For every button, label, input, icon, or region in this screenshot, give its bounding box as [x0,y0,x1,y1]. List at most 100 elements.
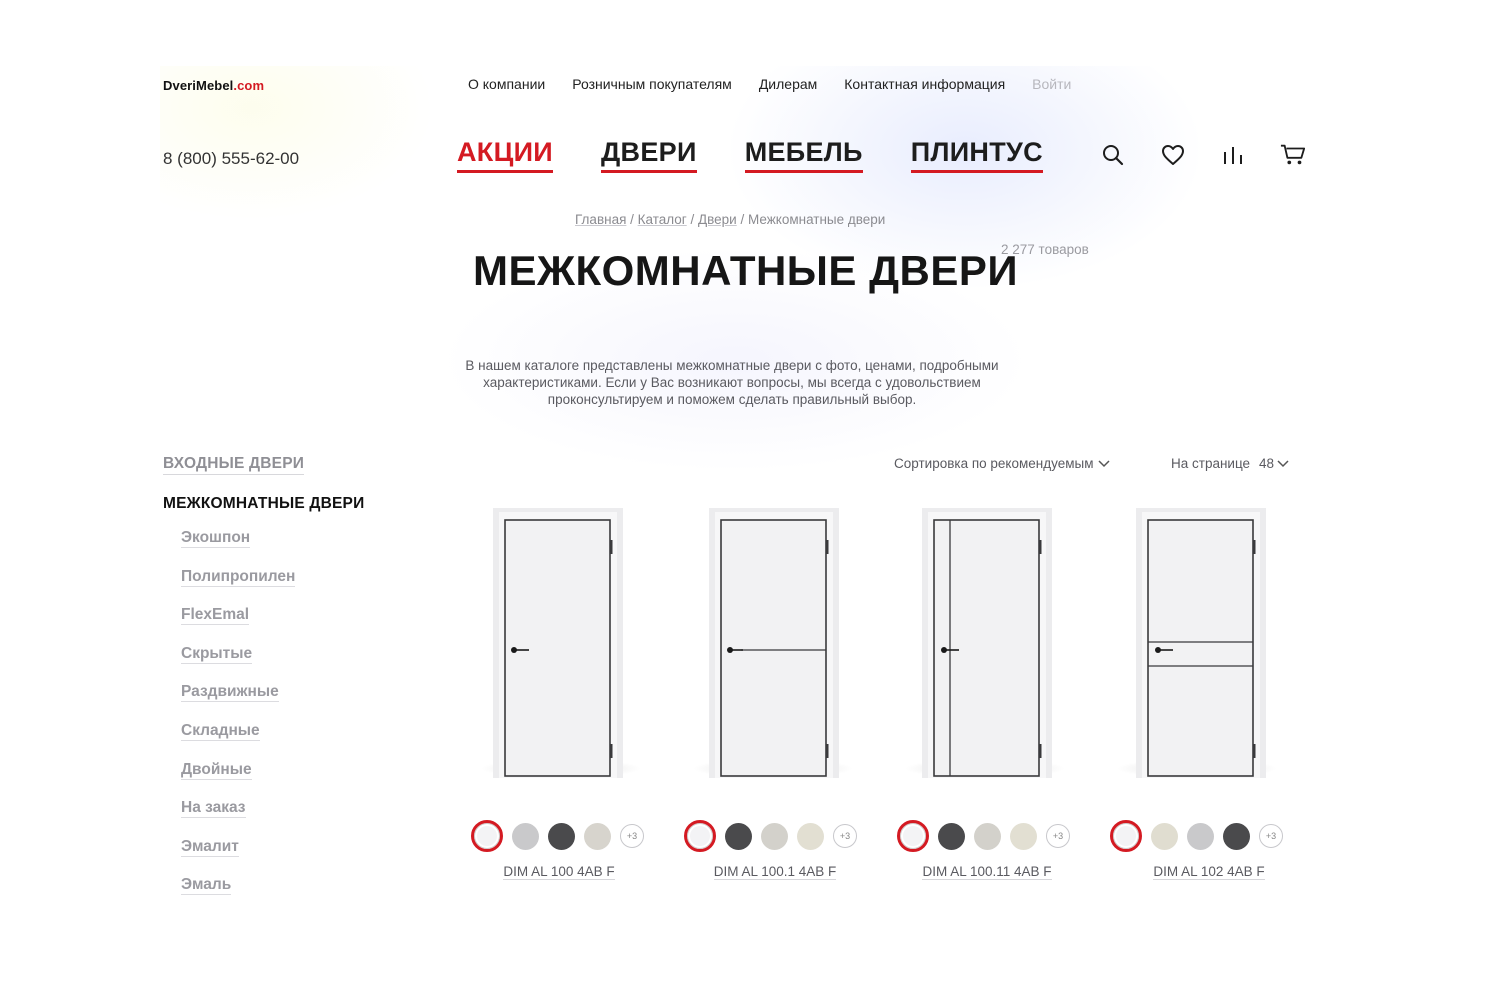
breadcrumb-separator: / [686,212,698,227]
sidebar-subitem-label: Эмаль [181,876,232,896]
per-page-value: 48 [1259,456,1275,471]
color-swatch[interactable] [797,822,824,850]
sidebar-subitem[interactable]: FlexEmal [181,603,364,642]
color-swatch-selected[interactable] [471,820,503,852]
sidebar-subitem[interactable]: Экошпон [181,526,364,565]
product-name[interactable]: DIM AL 100 4AB F [455,864,663,880]
color-swatch[interactable] [938,822,965,850]
chevron-down-icon [1097,459,1110,467]
product-name-text: DIM AL 102 4AB F [1153,864,1265,880]
sidebar-subitem-label: Складные [181,721,260,741]
main-navigation: АКЦИИ ДВЕРИ МЕБЕЛЬ ПЛИНТУС [457,136,1043,173]
login-link[interactable]: Войти [1032,76,1071,92]
color-swatches: +3 [684,820,857,852]
sidebar-subitem[interactable]: На заказ [181,796,364,835]
color-swatches: +3 [471,820,644,852]
product-card[interactable]: +3 DIM AL 100.11 4AB F [879,508,1091,888]
sidebar-subitem[interactable]: Эмалит [181,835,364,874]
product-card[interactable]: +3 DIM AL 100 4AB F [455,508,667,888]
main-nav-sales[interactable]: АКЦИИ [457,136,554,173]
top-link-retail[interactable]: Розничным покупателям [572,76,732,92]
breadcrumb-catalog[interactable]: Каталог [638,212,687,227]
product-name[interactable]: DIM AL 102 4AB F [1105,864,1313,880]
per-page-dropdown[interactable]: На странице 48 [1171,456,1289,471]
sidebar-subitem[interactable]: Полипропилен [181,565,364,604]
color-swatches: +3 [1110,820,1283,852]
more-colors-button[interactable]: +3 [833,824,857,848]
sidebar-subitem[interactable]: Двойные [181,758,364,797]
top-link-about[interactable]: О компании [468,76,545,92]
product-image[interactable] [922,508,1052,778]
product-name-text: DIM AL 100 4AB F [503,864,615,880]
sidebar-subitem[interactable]: Складные [181,719,364,758]
breadcrumb-separator: / [736,212,748,227]
color-swatches: +3 [897,820,1070,852]
sort-dropdown[interactable]: Сортировка по рекомендуемым [894,456,1110,471]
color-swatch[interactable] [974,822,1001,850]
search-icon[interactable] [1100,142,1126,168]
main-nav-baseboards[interactable]: ПЛИНТУС [910,136,1043,173]
main-nav-furniture[interactable]: МЕБЕЛЬ [744,136,863,173]
product-image[interactable] [1136,508,1266,778]
color-swatch-selected[interactable] [684,820,716,852]
chevron-down-icon [1277,459,1289,467]
sidebar-subitem-label: Эмалит [181,837,239,857]
product-grid: +3 DIM AL 100 4AB F +3 DIM AL 100.1 4AB … [455,508,1303,888]
sidebar-subitem[interactable]: Раздвижные [181,680,364,719]
per-page-label: На странице [1171,456,1251,471]
more-colors-button[interactable]: +3 [1046,824,1070,848]
logo-main-text: DveriMebel [163,78,234,93]
color-swatch[interactable] [1151,822,1178,850]
sidebar-subitem-label: Полипропилен [181,567,296,587]
color-swatch[interactable] [548,822,575,850]
product-name[interactable]: DIM AL 100.1 4AB F [671,864,879,880]
sidebar-subitem[interactable]: Скрытые [181,642,364,681]
sidebar-subitem-label: Скрытые [181,644,253,664]
site-logo[interactable]: DveriMebel.com [163,78,264,93]
color-swatch-selected[interactable] [897,820,929,852]
logo-domain-text: .com [233,78,265,93]
product-image[interactable] [709,508,839,778]
sort-label: Сортировка по рекомендуемым [894,456,1094,471]
more-colors-button[interactable]: +3 [620,824,644,848]
sidebar-subcategories: Экошпон Полипропилен FlexEmal Скрытые Ра… [181,526,364,912]
color-swatch[interactable] [1223,822,1250,850]
top-link-contacts[interactable]: Контактная информация [844,76,1005,92]
color-swatch[interactable] [584,822,611,850]
breadcrumb-home[interactable]: Главная [575,212,626,227]
main-nav-doors[interactable]: ДВЕРИ [601,136,697,173]
more-colors-button[interactable]: +3 [1259,824,1283,848]
product-name[interactable]: DIM AL 100.11 4AB F [883,864,1091,880]
sidebar-subitem-label: Экошпон [181,529,251,548]
color-swatch[interactable] [512,822,539,850]
phone-number[interactable]: 8 (800) 555-62-00 [163,149,299,169]
color-swatch[interactable] [761,822,788,850]
product-image[interactable] [493,508,623,778]
category-sidebar: ВХОДНЫЕ ДВЕРИ МЕЖКОМНАТНЫЕ ДВЕРИ Экошпон… [163,455,364,912]
sidebar-interior-doors[interactable]: МЕЖКОМНАТНЫЕ ДВЕРИ [163,495,364,513]
product-name-text: DIM AL 100.1 4AB F [713,864,837,880]
breadcrumb-separator: / [626,212,638,227]
product-count: 2 277 товаров [1001,242,1089,257]
sidebar-subitem-label: Раздвижные [181,683,279,703]
breadcrumb-doors[interactable]: Двери [698,212,737,227]
top-navigation: О компании Розничным покупателям Дилерам… [468,76,1071,92]
product-card[interactable]: +3 DIM AL 102 4AB F [1091,508,1303,888]
top-link-dealers[interactable]: Дилерам [759,76,817,92]
color-swatch[interactable] [1187,822,1214,850]
breadcrumb: Главная / Каталог / Двери / Межкомнатные… [575,212,885,227]
heart-icon[interactable] [1160,142,1186,168]
color-swatch-selected[interactable] [1110,820,1142,852]
color-swatch[interactable] [1010,822,1037,850]
sidebar-subitem-label: FlexEmal [181,606,250,626]
sidebar-subitem[interactable]: Эмаль [181,873,364,912]
color-swatch[interactable] [725,822,752,850]
compare-icon[interactable] [1220,142,1246,168]
cart-icon[interactable] [1280,142,1306,168]
sidebar-entrance-doors[interactable]: ВХОДНЫЕ ДВЕРИ [163,455,305,475]
catalog-intro-text: В нашем каталоге представлены межкомнатн… [465,358,999,407]
product-card[interactable]: +3 DIM AL 100.1 4AB F [667,508,879,888]
page-title: МЕЖКОМНАТНЫЕ ДВЕРИ [473,247,1019,294]
breadcrumb-current: Межкомнатные двери [748,212,886,227]
product-name-text: DIM AL 100.11 4AB F [922,864,1052,880]
